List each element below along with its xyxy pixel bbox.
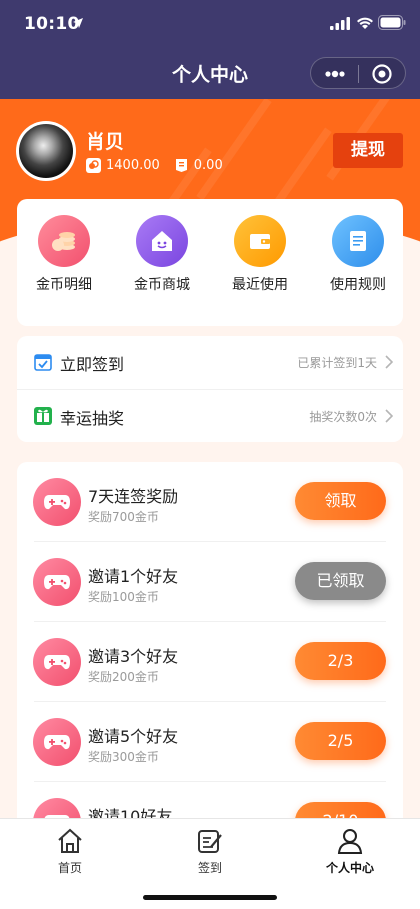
coin-balance: 1400.00	[106, 157, 160, 173]
feature-label: 金币商城	[134, 277, 190, 293]
task-item: 邀请3个好友 奖励200金币 2/3	[17, 622, 403, 702]
list-item-lottery[interactable]: 幸运抽奖 抽奖次数0次	[17, 389, 403, 442]
list-item-meta: 抽奖次数0次	[309, 410, 377, 424]
task-reward: 奖励300金币	[88, 750, 159, 764]
task-claim-button[interactable]: 领取	[295, 482, 386, 520]
wallet-icon	[234, 215, 286, 267]
battery-icon	[378, 15, 406, 30]
task-title: 邀请5个好友	[88, 727, 179, 746]
tab-label: 首页	[57, 861, 82, 875]
list-item-checkin[interactable]: 立即签到 已累计签到1天	[17, 336, 403, 389]
status-bar: 10:10	[0, 0, 420, 48]
feature-rules[interactable]: 使用规则	[330, 215, 410, 293]
gamepad-icon	[33, 558, 81, 606]
task-title: 邀请1个好友	[88, 567, 179, 586]
home-icon	[58, 828, 82, 853]
task-item: 7天连签奖励 奖励700金币 领取	[17, 462, 403, 542]
cash-balance: 0.00	[193, 157, 223, 173]
document-icon	[332, 215, 384, 267]
coins-icon	[38, 215, 90, 267]
task-reward: 奖励700金币	[88, 510, 159, 524]
gift-icon	[34, 407, 52, 425]
user-name: 肖贝	[86, 131, 125, 153]
list-item-title: 幸运抽奖	[60, 409, 125, 428]
feature-coin-detail[interactable]: 金币明细	[36, 215, 116, 293]
sign-in-icon	[198, 830, 222, 853]
task-title: 7天连签奖励	[88, 487, 179, 506]
signal-icon	[330, 17, 350, 30]
coin-balance-icon	[86, 157, 101, 173]
cash-balance-icon	[175, 158, 187, 172]
feature-coin-shop[interactable]: 金币商城	[134, 215, 214, 293]
gamepad-icon	[33, 718, 81, 766]
task-progress-button[interactable]: 2/5	[295, 722, 386, 760]
task-claimed-button[interactable]: 已领取	[295, 562, 386, 600]
profile-icon	[337, 829, 363, 854]
wifi-icon	[357, 17, 373, 29]
checkin-calendar-icon	[34, 354, 52, 371]
gamepad-icon	[33, 478, 81, 526]
home-indicator	[143, 895, 277, 900]
task-item: 邀请5个好友 奖励300金币 2/5	[17, 702, 403, 782]
tab-home[interactable]: 首页	[0, 819, 140, 879]
tab-sign-in[interactable]: 签到	[140, 819, 280, 879]
tab-label: 签到	[197, 861, 222, 875]
tab-profile[interactable]: 个人中心	[280, 819, 420, 879]
chevron-right-icon	[385, 409, 393, 423]
withdraw-button[interactable]: 提现	[333, 133, 403, 168]
capsule-divider	[358, 65, 359, 83]
feature-recent[interactable]: 最近使用	[232, 215, 312, 293]
chevron-right-icon	[385, 355, 393, 369]
feature-label: 金币明细	[36, 277, 92, 293]
shop-icon	[136, 215, 188, 267]
location-arrow-icon	[73, 18, 83, 28]
avatar-image	[19, 124, 73, 178]
feature-card: 金币明细 金币商城 最近使用 使用规则	[17, 199, 403, 326]
feature-label: 使用规则	[330, 277, 386, 293]
balance-row: 1400.00 0.00	[86, 156, 237, 174]
gamepad-icon	[33, 638, 81, 686]
avatar[interactable]	[16, 121, 76, 181]
tab-label: 个人中心	[325, 861, 374, 875]
task-title: 邀请3个好友	[88, 647, 179, 666]
list-item-title: 立即签到	[60, 355, 125, 374]
feature-label: 最近使用	[232, 277, 288, 293]
task-progress-button[interactable]: 2/3	[295, 642, 386, 680]
task-reward: 奖励100金币	[88, 590, 159, 604]
list-item-meta: 已累计签到1天	[297, 356, 377, 370]
close-target-icon[interactable]	[371, 63, 393, 85]
top-header: 10:10 个人中心	[0, 0, 420, 99]
action-list: 立即签到 已累计签到1天 幸运抽奖 抽奖次数0次	[17, 336, 403, 442]
more-icon[interactable]	[323, 66, 347, 82]
task-reward: 奖励200金币	[88, 670, 159, 684]
task-item: 邀请1个好友 奖励100金币 已领取	[17, 542, 403, 622]
miniapp-capsule	[310, 57, 406, 89]
